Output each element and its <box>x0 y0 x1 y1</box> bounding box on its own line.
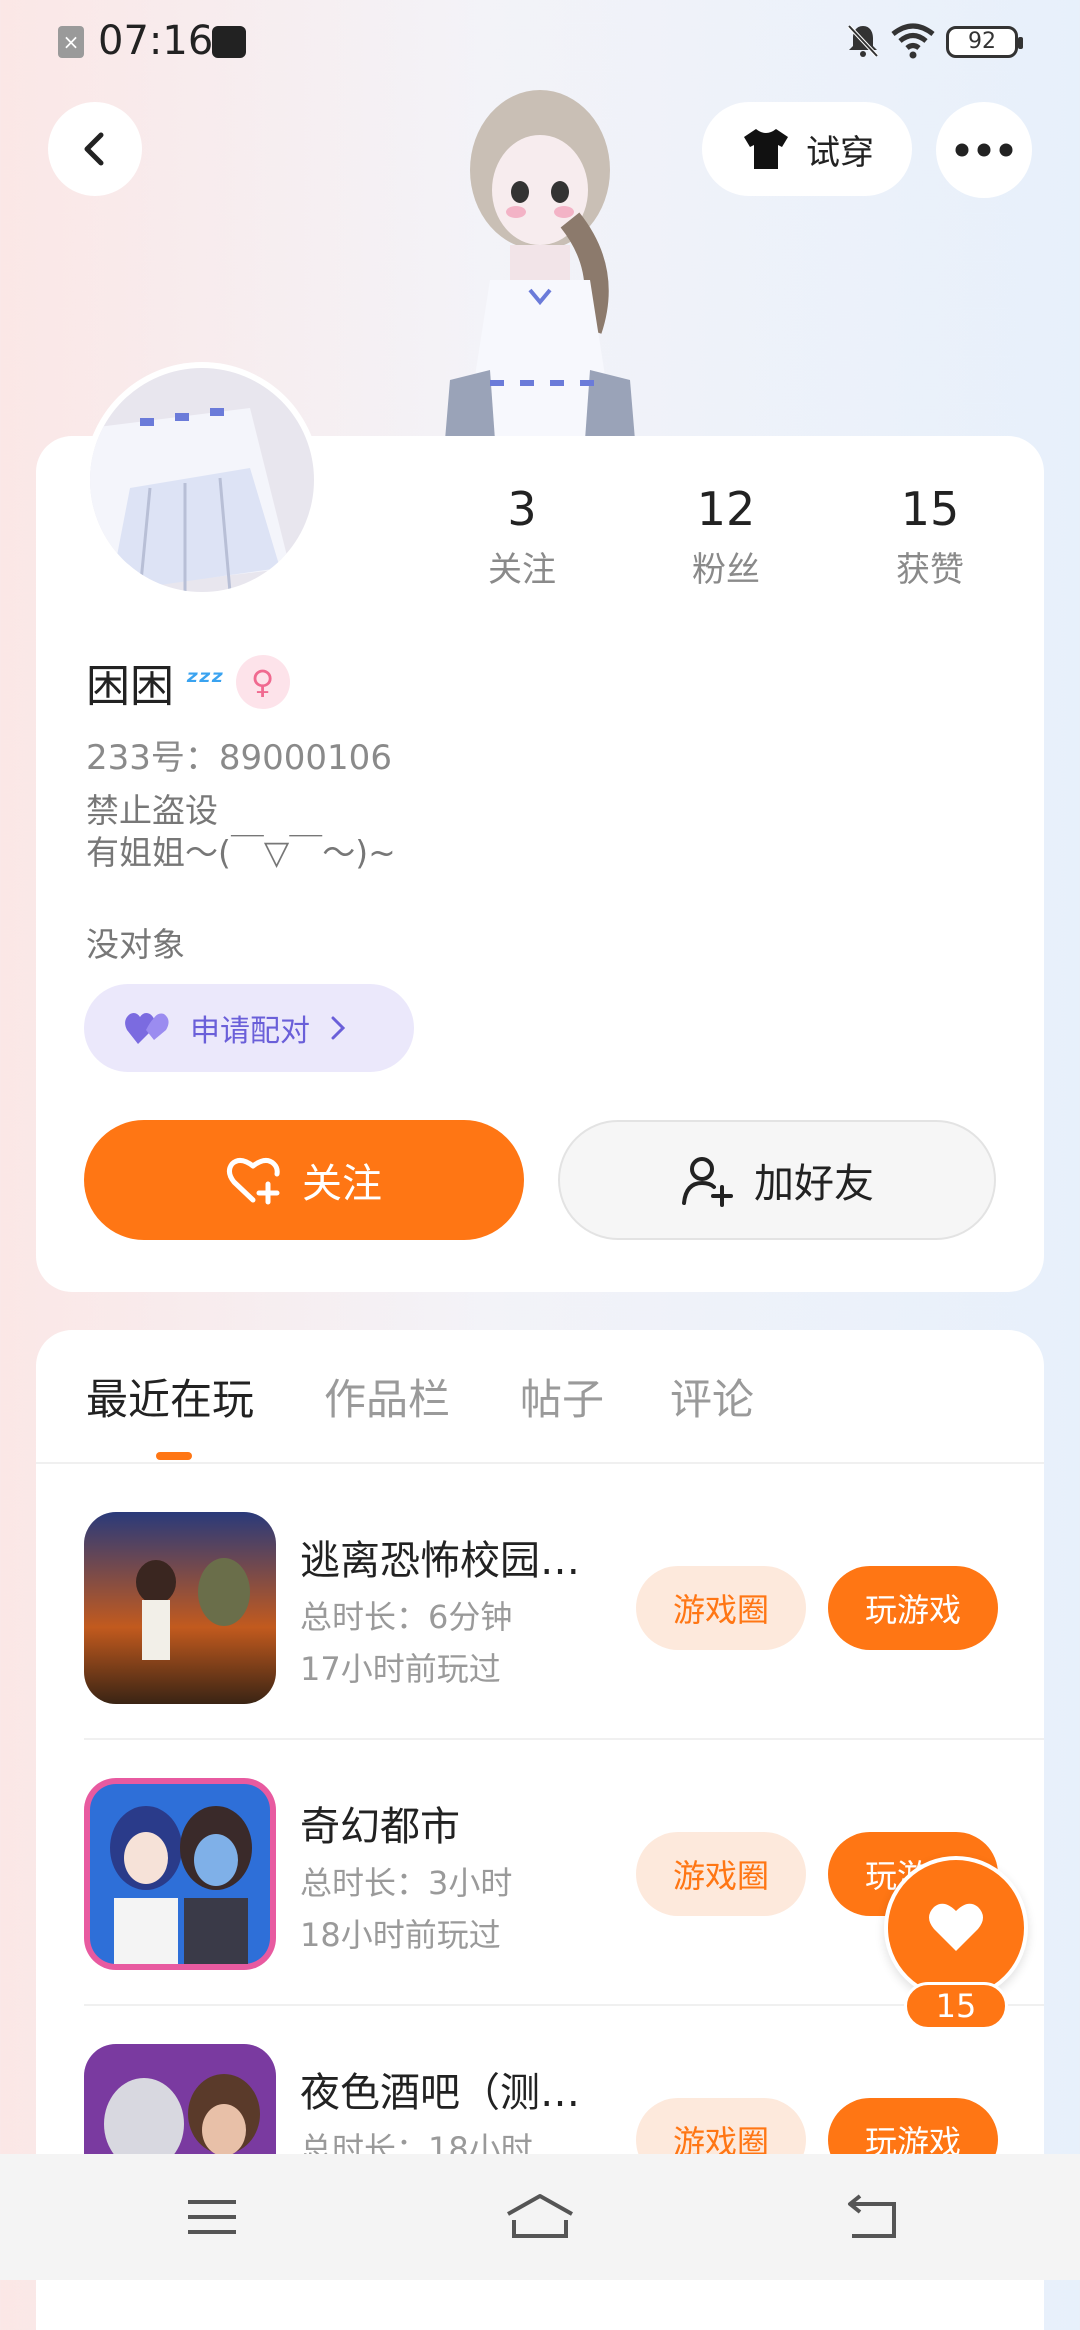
image-notification-icon <box>212 26 246 58</box>
hearts-icon <box>125 1013 169 1044</box>
stat-value: 3 <box>507 482 537 536</box>
list-item[interactable]: 夜色酒吧（测… 总时长：18小时 游戏圈 玩游戏 <box>84 2044 1044 2154</box>
stat-value: 15 <box>900 482 960 536</box>
play-game-button[interactable]: 玩游戏 <box>828 1566 998 1650</box>
stat-fans[interactable]: 12 粉丝 <box>646 482 806 591</box>
apply-pair-label: 申请配对 <box>190 1014 310 1049</box>
profile-name: 困困 <box>86 661 174 712</box>
status-bar: × 07:16 92 <box>0 0 1080 84</box>
tshirt-icon <box>744 129 788 169</box>
add-friend-button[interactable]: 加好友 <box>558 1120 996 1240</box>
avatar[interactable] <box>84 362 320 598</box>
notification-icon: × <box>58 26 84 58</box>
stat-label: 粉丝 <box>692 550 760 590</box>
heart-icon <box>929 1903 983 1951</box>
chevron-left-icon <box>84 132 104 166</box>
play-game-button[interactable]: 玩游戏 <box>828 2098 998 2154</box>
follow-button[interactable]: 关注 <box>84 1120 524 1240</box>
back-button[interactable] <box>48 102 142 196</box>
chevron-right-icon <box>331 1016 346 1040</box>
tab-comments[interactable]: 评论 <box>670 1366 754 1427</box>
tab-posts[interactable]: 帖子 <box>520 1366 604 1427</box>
more-options-button[interactable] <box>936 102 1032 198</box>
like-count-badge: 15 <box>904 1982 1008 2030</box>
stat-following[interactable]: 3 关注 <box>442 482 602 591</box>
avatar-image <box>90 368 314 592</box>
game-icon <box>84 1778 276 1970</box>
heart-plus-icon <box>226 1158 280 1205</box>
game-duration: 总时长：3小时 <box>300 1864 513 1902</box>
tab-recently-played[interactable]: 最近在玩 <box>86 1366 254 1427</box>
game-circle-button[interactable]: 游戏圈 <box>636 2098 806 2154</box>
bio-line: 有姐姐～(￣▽￣～)~ <box>86 833 396 872</box>
add-friend-label: 加好友 <box>754 1161 874 1207</box>
follow-label: 关注 <box>302 1161 382 1207</box>
like-floating-button[interactable] <box>884 1856 1028 2000</box>
stat-likes[interactable]: 15 获赞 <box>850 482 1010 591</box>
game-title: 逃离恐怖校园… <box>300 1538 580 1584</box>
game-title: 夜色酒吧（测… <box>300 2070 580 2116</box>
sleep-zzz-icon: ᶻᶻᶻ <box>186 664 224 700</box>
game-circle-button[interactable]: 游戏圈 <box>636 1566 806 1650</box>
stat-value: 12 <box>696 482 756 536</box>
game-circle-button[interactable]: 游戏圈 <box>636 1832 806 1916</box>
profile-bio: 禁止盗设 有姐姐～(￣▽￣～)~ <box>86 790 396 874</box>
list-item[interactable]: 逃离恐怖校园… 总时长：6分钟 17小时前玩过 游戏圈 玩游戏 <box>84 1512 1044 1706</box>
row-divider <box>84 2004 1044 2006</box>
game-icon <box>84 2044 276 2154</box>
row-divider <box>84 1738 1044 1740</box>
game-last-played: 17小时前玩过 <box>300 1650 501 1688</box>
battery-indicator: 92 <box>946 26 1023 58</box>
game-icon <box>84 1512 276 1704</box>
user-id: 233号：89000106 <box>86 738 392 778</box>
apply-pair-button[interactable]: 申请配对 <box>84 984 414 1072</box>
tab-works[interactable]: 作品栏 <box>324 1366 450 1427</box>
try-on-label: 试穿 <box>806 132 874 173</box>
female-gender-icon: ♀ <box>235 655 290 709</box>
bio-line: 禁止盗设 <box>86 791 218 830</box>
game-title: 奇幻都市 <box>300 1804 460 1850</box>
active-tab-indicator <box>156 1452 192 1460</box>
game-last-played: 18小时前玩过 <box>300 1916 501 1954</box>
avatar-character-illustration <box>445 90 635 440</box>
game-duration: 总时长：18小时 <box>300 2130 533 2154</box>
more-dots-icon <box>955 143 1013 157</box>
tab-divider <box>36 1462 1044 1464</box>
wifi-icon <box>891 23 935 59</box>
add-user-icon <box>682 1157 733 1207</box>
home-icon[interactable] <box>504 2192 576 2242</box>
back-nav-icon[interactable] <box>842 2192 902 2242</box>
bell-muted-icon <box>847 24 879 58</box>
stat-label: 获赞 <box>896 550 964 590</box>
status-time: 07:16 <box>98 18 214 64</box>
stat-label: 关注 <box>488 550 556 590</box>
try-on-button[interactable]: 试穿 <box>702 102 912 196</box>
game-duration: 总时长：6分钟 <box>300 1598 513 1636</box>
system-nav-bar <box>0 2154 1080 2280</box>
profile-name-row: 困困 ᶻᶻᶻ ♀ <box>86 650 290 714</box>
menu-icon[interactable] <box>182 2192 242 2242</box>
relationship-status: 没对象 <box>86 925 185 964</box>
